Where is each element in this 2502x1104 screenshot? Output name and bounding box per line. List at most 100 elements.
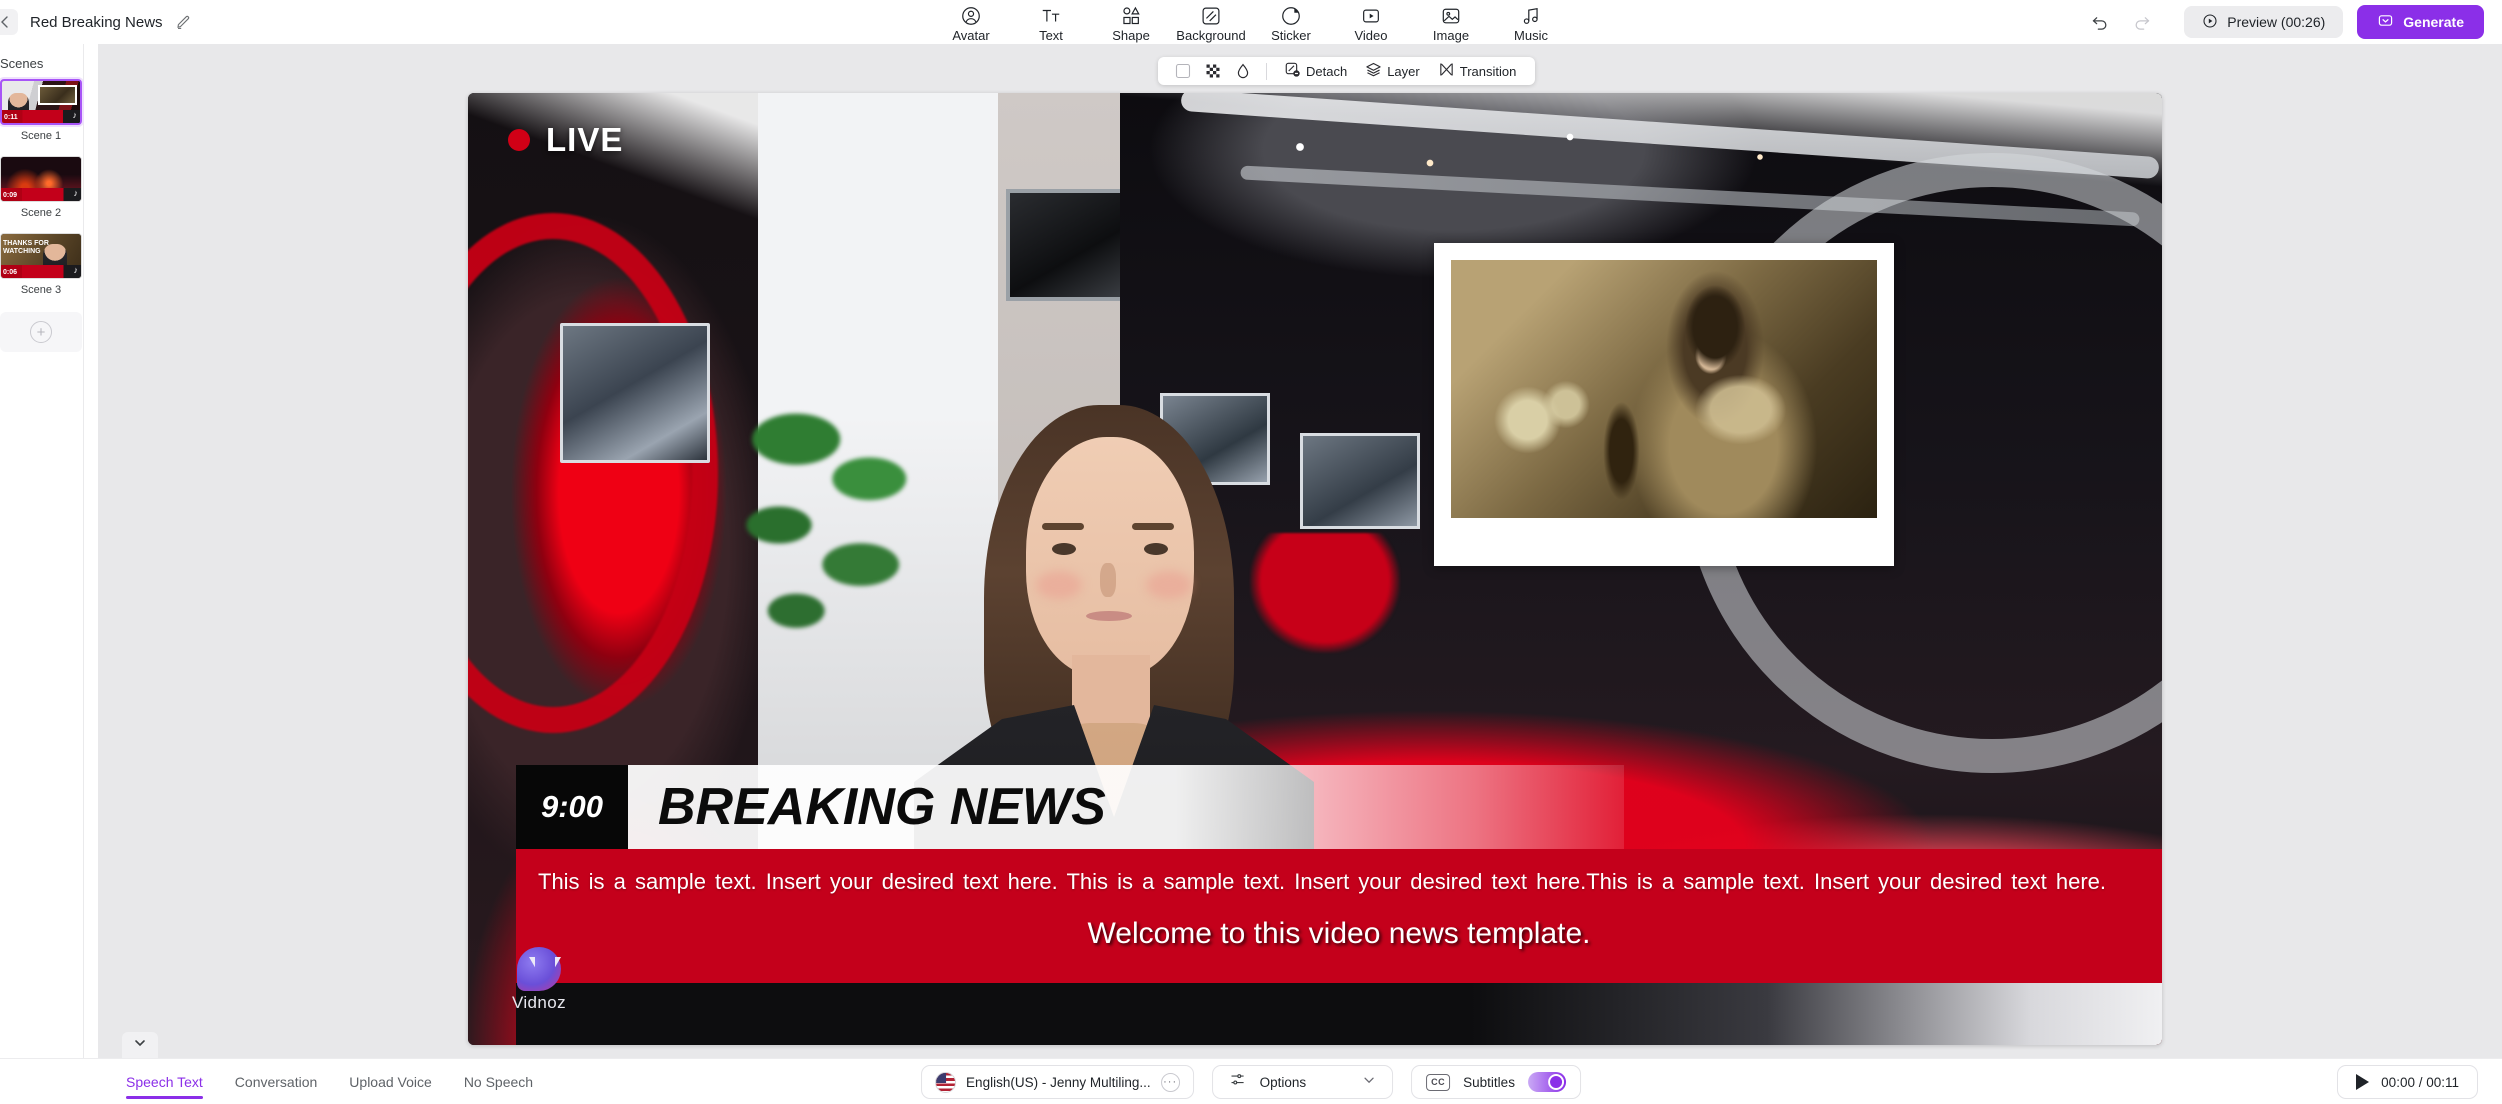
generate-button[interactable]: Generate [2357, 5, 2484, 39]
text-band[interactable]: This is a sample text. Insert your desir… [516, 849, 2162, 983]
scenes-panel-title: Scenes [0, 56, 44, 71]
app-header: Red Breaking News Avatar Text Shape Back… [0, 0, 2502, 44]
text-icon [1040, 5, 1062, 27]
vidnoz-watermark: Vidnoz [496, 947, 582, 1013]
chevron-down-icon [1362, 1073, 1376, 1092]
scene-duration: 0:11 [4, 114, 18, 121]
tool-label: Background [1176, 27, 1246, 43]
cc-icon: CC [1426, 1073, 1451, 1091]
tool-music[interactable]: Music [1491, 2, 1571, 43]
transparency-icon[interactable] [1198, 57, 1228, 85]
avatar-icon [960, 5, 982, 27]
scene-caption: Scene 1 [20, 130, 62, 142]
more-dots-icon[interactable]: ··· [1160, 1072, 1180, 1092]
voice-label: English(US) - Jenny Multiling... [966, 1074, 1151, 1090]
vidnoz-logo-icon [517, 947, 561, 991]
canvas-footer-strip [516, 983, 2162, 1045]
subtitles-toggle[interactable] [1527, 1072, 1566, 1092]
live-label: LIVE [546, 121, 624, 158]
sample-text[interactable]: This is a sample text. Insert your desir… [538, 863, 2140, 901]
overlay-photo [1451, 260, 1877, 518]
tool-label: Shape [1112, 27, 1150, 43]
scene-item-2[interactable]: 0:09 ♪ Scene 2 [0, 156, 82, 229]
scene-thumbnail: 0:09 ♪ [0, 156, 82, 202]
music-note-icon: ♪ [73, 188, 79, 198]
video-canvas[interactable]: LIVE 9:00 BREAKING NEWS This is a sample… [468, 93, 2162, 1045]
tab-speech-text[interactable]: Speech Text [126, 1059, 203, 1104]
tool-shape[interactable]: Shape [1091, 2, 1171, 43]
tool-label: Sticker [1271, 27, 1311, 43]
vidnoz-label: Vidnoz [511, 993, 567, 1012]
detach-icon [1284, 61, 1301, 81]
detach-button[interactable]: Detach [1275, 57, 1356, 85]
tool-label: Text [1039, 27, 1063, 43]
live-dot-icon [508, 129, 530, 151]
scene-caption: Scene 2 [20, 207, 62, 219]
scenes-panel: Scenes 0:11 ♪ Scene 1 0:09 ♪ Scene 2 THA… [0, 44, 84, 1058]
tool-label: Avatar [952, 27, 990, 43]
options-dropdown[interactable]: Options [1211, 1065, 1394, 1099]
detach-label: Detach [1306, 63, 1348, 79]
tab-upload-voice[interactable]: Upload Voice [349, 1059, 432, 1104]
headline-box: BREAKING NEWS [628, 765, 1624, 849]
music-icon [1520, 5, 1542, 27]
options-label: Options [1259, 1074, 1307, 1090]
bottom-controls: English(US) - Jenny Multiling... ··· Opt… [921, 1065, 1581, 1099]
us-flag-icon [935, 1071, 957, 1093]
header-left: Red Breaking News [0, 9, 560, 35]
back-button[interactable] [0, 9, 18, 35]
tool-label: Video [1354, 27, 1388, 43]
transition-label: Transition [1459, 63, 1517, 79]
tool-avatar[interactable]: Avatar [931, 2, 1011, 43]
preview-button[interactable]: Preview (00:26) [2184, 6, 2344, 38]
player-controls: 00:00 / 00:11 [2337, 1065, 2478, 1099]
scene-thumbnail: 0:11 ♪ [0, 79, 82, 125]
scene-thumb-text: THANKS FOR WATCHING [3, 240, 49, 255]
subtitles-toggle-group[interactable]: CC Subtitles [1411, 1065, 1581, 1099]
image-icon [1440, 5, 1462, 27]
layer-button[interactable]: Layer [1356, 57, 1429, 85]
element-toolbar: Detach Layer Transition [1158, 57, 1536, 85]
sticker-icon [1280, 5, 1302, 27]
play-circle-icon [2202, 13, 2218, 32]
overlay-image-element[interactable] [1434, 243, 1894, 566]
tool-video[interactable]: Video [1331, 2, 1411, 43]
layer-label: Layer [1387, 63, 1420, 79]
sliders-icon [1229, 1071, 1246, 1093]
tab-no-speech[interactable]: No Speech [464, 1059, 533, 1104]
scenes-collapse-button[interactable] [122, 1032, 158, 1058]
scene-duration: 0:06 [3, 269, 18, 276]
tool-background[interactable]: Background [1171, 2, 1251, 43]
pencil-icon[interactable] [175, 13, 193, 31]
undo-icon[interactable] [2086, 8, 2114, 36]
plus-icon: + [30, 321, 52, 343]
music-note-icon: ♪ [72, 110, 78, 120]
add-scene-button[interactable]: + [0, 312, 82, 352]
tool-label: Music [1514, 27, 1548, 43]
scene-item-3[interactable]: THANKS FOR WATCHING 0:06 ♪ Scene 3 [0, 233, 82, 306]
transition-icon [1438, 61, 1455, 81]
lower-third-banner[interactable]: 9:00 BREAKING NEWS [516, 765, 1624, 849]
tool-text[interactable]: Text [1011, 2, 1091, 43]
background-icon [1200, 5, 1222, 27]
playback-timebox[interactable]: 00:00 / 00:11 [2337, 1065, 2478, 1099]
video-icon [1360, 5, 1382, 27]
header-right: Preview (00:26) Generate [2086, 0, 2484, 44]
color-swatch[interactable] [1168, 57, 1198, 85]
shape-icon [1120, 5, 1142, 27]
preview-label: Preview (00:26) [2227, 14, 2326, 30]
tool-sticker[interactable]: Sticker [1251, 2, 1331, 43]
play-icon[interactable] [2356, 1074, 2370, 1090]
ticker-time: 9:00 [516, 765, 628, 849]
voice-selector[interactable]: English(US) - Jenny Multiling... ··· [921, 1065, 1194, 1099]
tab-conversation[interactable]: Conversation [235, 1059, 318, 1104]
subtitle-text[interactable]: Welcome to this video news template. [516, 917, 2162, 951]
scene-item-1[interactable]: 0:11 ♪ Scene 1 [0, 79, 82, 152]
playback-time: 00:00 / 00:11 [2381, 1074, 2459, 1090]
opacity-drop-icon[interactable] [1228, 57, 1258, 85]
transition-button[interactable]: Transition [1429, 57, 1526, 85]
tool-image[interactable]: Image [1411, 2, 1491, 43]
toolbar-divider [1266, 62, 1267, 80]
redo-icon[interactable] [2128, 8, 2156, 36]
subtitles-label: Subtitles [1463, 1074, 1515, 1090]
